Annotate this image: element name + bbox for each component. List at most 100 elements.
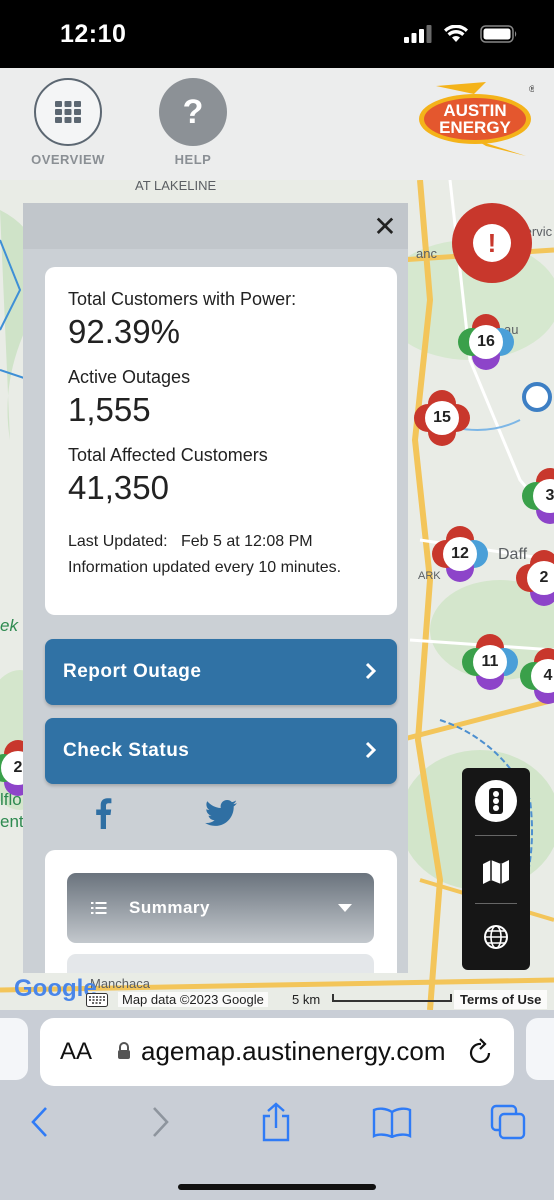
- chevron-right-icon: [153, 1107, 169, 1137]
- traffic-toggle[interactable]: [471, 776, 521, 826]
- signal-icon: [404, 25, 432, 43]
- help-button[interactable]: ? HELP: [148, 78, 238, 167]
- logo-registered-mark: ®: [529, 84, 534, 94]
- map-scale-bar: [332, 994, 452, 1002]
- outage-cluster[interactable]: 2: [516, 550, 554, 606]
- wifi-icon: [444, 25, 468, 42]
- outage-cluster[interactable]: 3: [522, 468, 554, 524]
- outage-summary-panel: ✕ Total Customers with Power: 92.39% Act…: [23, 203, 408, 973]
- overview-button[interactable]: OVERVIEW: [23, 78, 113, 167]
- chevron-right-icon: [365, 741, 377, 759]
- outages-value: 1,555: [68, 391, 151, 428]
- report-outage-button[interactable]: Report Outage: [45, 639, 397, 705]
- globe-icon: [484, 925, 508, 949]
- map-label: ent: [0, 812, 24, 831]
- grid-icon: [55, 101, 81, 123]
- panel-header: ✕: [23, 203, 408, 249]
- check-status-label: Check Status: [63, 740, 190, 761]
- logo-text-energy: ENERGY: [439, 118, 511, 137]
- affected-label: Total Affected Customers: [68, 445, 268, 465]
- cluster-count: 12: [443, 537, 477, 571]
- google-logo-text: Google: [14, 975, 97, 1002]
- reader-options-button[interactable]: AA: [60, 1038, 92, 1066]
- outage-cluster[interactable]: 16: [458, 314, 514, 370]
- browser-toolbar: AA agemap.austinenergy.com: [0, 1010, 554, 1200]
- outage-alert-button[interactable]: !: [452, 203, 532, 283]
- battery-icon: [480, 25, 517, 43]
- next-tab-edge[interactable]: [526, 1018, 554, 1080]
- forward-button[interactable]: [138, 1100, 182, 1144]
- power-label: Total Customers with Power:: [68, 289, 297, 309]
- twitter-icon: [205, 800, 237, 826]
- cluster-count: 15: [425, 401, 459, 435]
- outage-cluster[interactable]: 11: [462, 634, 518, 690]
- help-label: HELP: [174, 152, 212, 167]
- overview-label: OVERVIEW: [31, 152, 105, 167]
- list-icon: [91, 902, 107, 914]
- facebook-link[interactable]: [83, 793, 123, 833]
- help-icon: ?: [159, 78, 227, 146]
- map-label: AT LAKELINE: [135, 180, 217, 193]
- map-footer: Google Map data ©2023 Google 5 km Terms …: [0, 975, 554, 1010]
- outages-label: Active Outages: [68, 367, 191, 387]
- power-value: 92.39%: [68, 313, 180, 350]
- twitter-link[interactable]: [201, 793, 241, 833]
- outage-cluster[interactable]: 4: [520, 648, 554, 704]
- update-info: Last Updated: Feb 5 at 12:08 PM Informat…: [68, 529, 374, 581]
- lock-icon: [118, 1042, 130, 1059]
- summary-label: Summary: [129, 898, 210, 917]
- keyboard-icon[interactable]: [86, 993, 108, 1007]
- book-icon: [372, 1107, 412, 1138]
- tool-divider: [475, 835, 517, 836]
- update-note: Information updated every 10 minutes.: [68, 559, 342, 576]
- affected-value: 41,350: [68, 469, 169, 506]
- stats-card: Total Customers with Power: 92.39% Activ…: [45, 267, 397, 615]
- austin-energy-logo: ® AUSTIN ENERGY: [416, 80, 536, 162]
- tabs-button[interactable]: [486, 1100, 530, 1144]
- map-tools-panel: [462, 768, 530, 970]
- map-attribution: Map data ©2023 Google: [118, 992, 268, 1007]
- outage-cluster[interactable]: 15: [414, 390, 470, 446]
- facebook-icon: [96, 798, 112, 829]
- logo-bolt-icon: ® AUSTIN ENERGY: [419, 82, 536, 156]
- cluster-count: 11: [473, 645, 507, 679]
- home-indicator: [178, 1184, 376, 1190]
- map-label: anc: [416, 246, 437, 261]
- map-icon: [483, 860, 509, 884]
- check-status-button[interactable]: Check Status: [45, 718, 397, 784]
- url-text: agemap.austinenergy.com: [141, 1036, 446, 1066]
- bookmarks-button[interactable]: [370, 1100, 414, 1144]
- cluster-count: 16: [469, 325, 503, 359]
- map-label: ek: [0, 616, 18, 635]
- traffic-light-icon: [475, 780, 517, 822]
- alert-icon: !: [473, 224, 511, 262]
- terms-of-use-link[interactable]: Terms of Use: [454, 990, 548, 1009]
- status-icons: [404, 25, 518, 43]
- tabs-icon: [490, 1104, 526, 1140]
- status-bar: 12:10: [0, 0, 554, 68]
- back-button[interactable]: [18, 1100, 62, 1144]
- status-time: 12:10: [60, 20, 127, 48]
- cluster-count: 2: [527, 561, 554, 595]
- google-logo: Google: [14, 975, 97, 1003]
- tool-divider: [475, 903, 517, 904]
- globe-toggle[interactable]: [471, 912, 521, 962]
- share-icon: [262, 1102, 290, 1142]
- outage-cluster[interactable]: 12: [432, 526, 488, 582]
- share-button[interactable]: [254, 1100, 298, 1144]
- chevron-right-icon: [365, 662, 377, 680]
- report-outage-label: Report Outage: [63, 661, 202, 682]
- prev-tab-edge[interactable]: [0, 1018, 28, 1080]
- next-dropdown[interactable]: [67, 954, 374, 973]
- app-header: OVERVIEW ? HELP ® AUSTIN ENERGY: [0, 68, 554, 180]
- caret-down-icon: [338, 904, 352, 912]
- address-bar[interactable]: AA agemap.austinenergy.com: [40, 1018, 514, 1086]
- chevron-left-icon: [31, 1107, 47, 1137]
- close-icon[interactable]: ✕: [370, 211, 400, 242]
- map-layer-toggle[interactable]: [471, 846, 521, 896]
- reload-icon[interactable]: [468, 1038, 494, 1066]
- last-updated: Last Updated: Feb 5 at 12:08 PM: [68, 533, 313, 550]
- summary-card: Summary: [45, 850, 397, 973]
- summary-dropdown[interactable]: Summary: [67, 873, 374, 943]
- map-scale-label: 5 km: [292, 992, 321, 1007]
